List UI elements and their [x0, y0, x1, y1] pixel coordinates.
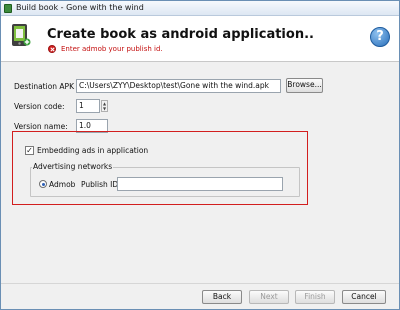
- browse-button[interactable]: Browse...: [286, 78, 323, 93]
- android-app-icon: [12, 24, 31, 46]
- page-title: Create book as android application..: [47, 27, 314, 42]
- version-code-label: Version code:: [14, 102, 65, 111]
- back-button-label: Back: [212, 292, 232, 301]
- back-button[interactable]: Back: [202, 290, 242, 304]
- title-bar[interactable]: Build book - Gone with the wind: [1, 1, 399, 16]
- next-button[interactable]: Next: [249, 290, 289, 304]
- publish-id-label: Publish ID:: [81, 180, 121, 189]
- version-name-label: Version name:: [14, 122, 68, 131]
- apk-file-input[interactable]: C:\Users\ZYY\Desktop\test\Gone with the …: [76, 79, 281, 93]
- advertising-networks-title: Advertising networks: [32, 162, 114, 171]
- spin-down-icon[interactable]: ▼: [102, 106, 107, 111]
- publish-id-input[interactable]: [117, 177, 283, 191]
- next-button-label: Next: [260, 292, 278, 301]
- version-code-input[interactable]: 1: [76, 99, 100, 113]
- error-message: Enter admob your publish id.: [61, 45, 163, 53]
- finish-button[interactable]: Finish: [295, 290, 335, 304]
- admob-radio[interactable]: [39, 180, 47, 188]
- wizard-header: Create book as android application.. Ent…: [1, 16, 399, 62]
- admob-label[interactable]: Admob: [49, 180, 75, 189]
- browse-button-label: Browse...: [287, 80, 322, 89]
- cancel-button-label: Cancel: [351, 292, 377, 301]
- finish-button-label: Finish: [304, 292, 326, 301]
- help-icon[interactable]: ?: [370, 27, 390, 47]
- build-book-window: Build book - Gone with the wind Create b…: [0, 0, 400, 310]
- cancel-button[interactable]: Cancel: [342, 290, 386, 304]
- error-icon: [48, 45, 56, 53]
- embed-ads-checkbox[interactable]: ✓: [25, 146, 34, 155]
- version-code-spinner[interactable]: ▲ ▼: [101, 100, 108, 112]
- app-window-icon: [4, 4, 12, 13]
- embed-ads-label[interactable]: Embedding ads in application: [37, 146, 148, 155]
- radio-selected-dot: [41, 182, 45, 186]
- window-title: Build book - Gone with the wind: [16, 3, 144, 12]
- footer-divider: [1, 283, 399, 284]
